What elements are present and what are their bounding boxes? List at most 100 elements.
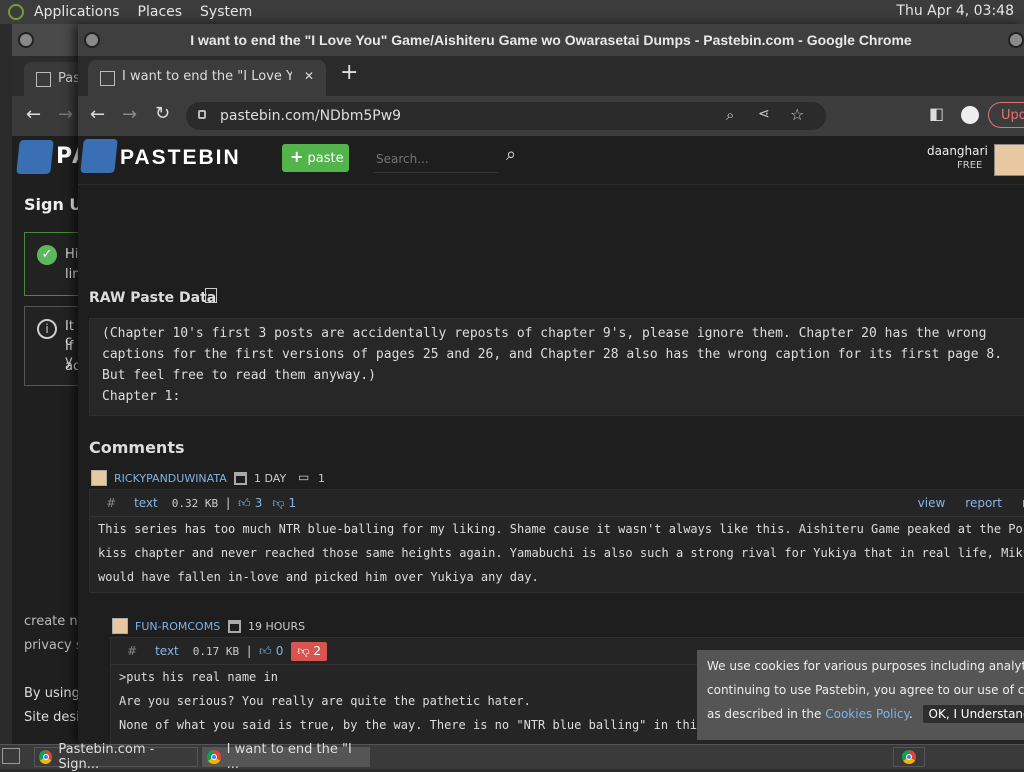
bg-sign-up-heading: Sign U bbox=[24, 195, 82, 214]
comments-heading: Comments bbox=[89, 438, 185, 457]
tab-active[interactable]: I want to end the "I Love You" ✕ bbox=[88, 60, 326, 96]
raw-line: captions for the first versions of pages… bbox=[102, 344, 1018, 365]
bg-back-icon[interactable]: ← bbox=[26, 104, 41, 125]
bg-forward-icon[interactable]: → bbox=[58, 104, 73, 125]
like-count: 0 bbox=[276, 644, 284, 658]
search-input[interactable] bbox=[374, 146, 498, 173]
address-bar[interactable]: pastebin.com/NDbm5Pw9 ⌕ ⋖ ☆ bbox=[186, 102, 826, 130]
bg-footer-link-create[interactable]: create ne bbox=[24, 614, 86, 629]
show-desktop-icon[interactable] bbox=[2, 748, 20, 764]
workspace-switcher[interactable] bbox=[893, 747, 925, 767]
menu-places[interactable]: Places bbox=[138, 4, 183, 20]
cookie-text-line3: as described in the Cookies Policy. OK, … bbox=[707, 702, 1024, 726]
info-icon: i bbox=[37, 319, 57, 339]
copy-icon[interactable] bbox=[205, 288, 217, 303]
hash-link[interactable]: # bbox=[127, 644, 137, 658]
chrome-icon bbox=[39, 750, 52, 764]
lock-icon[interactable] bbox=[198, 110, 206, 119]
comment-line: This series has too much NTR blue-ballin… bbox=[98, 517, 1022, 541]
pastebin-logo-icon[interactable] bbox=[80, 139, 118, 173]
taskbar-item-active-window[interactable]: I want to end the "I ... bbox=[202, 747, 370, 767]
update-button[interactable]: Upd bbox=[988, 102, 1024, 128]
cookie-banner: We use cookies for various purposes incl… bbox=[697, 650, 1024, 740]
comment-line: would have fallen in-love and picked him… bbox=[98, 565, 1022, 589]
tab-title: I want to end the "I Love You" bbox=[122, 69, 292, 84]
calendar-icon bbox=[228, 620, 241, 633]
thumbs-up-icon[interactable]: 👍︎ bbox=[238, 496, 251, 511]
calendar-icon bbox=[234, 472, 247, 485]
taskbar-item-pastebin-signup[interactable]: Pastebin.com - Sign... bbox=[34, 747, 198, 767]
raw-line: (Chapter 10's first 3 posts are accident… bbox=[102, 323, 1018, 344]
raw-paste-textarea[interactable]: (Chapter 10's first 3 posts are accident… bbox=[89, 318, 1024, 416]
cookie-text-prefix: as described in the bbox=[707, 707, 825, 721]
bg-window-close-icon[interactable] bbox=[18, 32, 34, 48]
comment-icon[interactable]: ▭ bbox=[298, 470, 309, 484]
pastebin-favicon-icon bbox=[36, 72, 51, 87]
reload-icon[interactable]: ↻ bbox=[155, 103, 170, 124]
paste-size: 0.17 KB bbox=[193, 645, 239, 658]
dislike-count: 2 bbox=[313, 644, 321, 658]
search-icon[interactable]: ⌕ bbox=[506, 144, 516, 165]
pastebin-brand[interactable]: PASTEBIN bbox=[120, 146, 241, 170]
clock[interactable]: Thu Apr 4, 03:48 bbox=[896, 3, 1014, 19]
raw-paste-heading: RAW Paste Data bbox=[89, 290, 216, 306]
reply-username[interactable]: FUN-ROMCOMS bbox=[135, 620, 220, 633]
thumbs-down-icon: 👎︎ bbox=[297, 644, 309, 658]
dislike-count: 1 bbox=[289, 496, 297, 510]
profile-icon[interactable] bbox=[961, 106, 979, 124]
syntax-link[interactable]: text bbox=[155, 644, 179, 658]
cookies-policy-link[interactable]: Cookies Policy bbox=[825, 707, 909, 721]
cookie-text-suffix: . bbox=[909, 707, 913, 721]
bg-tab[interactable]: Pas bbox=[24, 62, 84, 96]
top-panel: Applications Places System Thu Apr 4, 03… bbox=[0, 0, 1024, 24]
distro-logo-icon[interactable] bbox=[8, 4, 24, 20]
tab-close-icon[interactable]: ✕ bbox=[304, 69, 314, 83]
comment-body: This series has too much NTR blue-ballin… bbox=[90, 517, 1024, 589]
menu-applications[interactable]: Applications bbox=[34, 4, 120, 20]
dislike-button[interactable]: 👎︎ 2 bbox=[291, 642, 327, 661]
zoom-search-icon[interactable]: ⌕ bbox=[726, 106, 734, 124]
comment-avatar[interactable] bbox=[91, 470, 107, 486]
thumbs-up-icon[interactable]: 👍︎ bbox=[259, 644, 272, 659]
thumbs-down-icon[interactable]: 👎︎ bbox=[272, 496, 284, 511]
comment-line: kiss chapter and never reached those sam… bbox=[98, 541, 1022, 565]
view-link[interactable]: view bbox=[918, 496, 946, 510]
menu-system[interactable]: System bbox=[200, 4, 252, 20]
pastebin-favicon-icon bbox=[100, 71, 115, 86]
account-plan: FREE bbox=[957, 160, 982, 171]
bg-pastebin-logo-icon[interactable] bbox=[16, 140, 54, 174]
reply-age: 19 HOURS bbox=[248, 620, 305, 633]
chrome-icon bbox=[902, 750, 916, 764]
back-icon[interactable]: ← bbox=[90, 104, 105, 125]
comment-card: # text 0.32 KB | 👍︎ 3 👎︎ 1 view report r… bbox=[89, 489, 1024, 593]
bg-tab-title: Pas bbox=[58, 71, 80, 86]
bookmark-star-icon[interactable]: ☆ bbox=[790, 105, 804, 124]
raw-line: But feel free to read them anyway.) bbox=[102, 365, 1018, 386]
plus-icon: + bbox=[290, 147, 303, 166]
cookie-text-line1: We use cookies for various purposes incl… bbox=[707, 654, 1024, 678]
url-text[interactable]: pastebin.com/NDbm5Pw9 bbox=[220, 108, 401, 124]
reply-avatar[interactable] bbox=[112, 618, 128, 634]
window-titlebar[interactable]: I want to end the "I Love You" Game/Aish… bbox=[78, 24, 1024, 56]
share-icon[interactable]: ⋖ bbox=[758, 106, 770, 122]
report-link[interactable]: report bbox=[965, 496, 1002, 510]
pastebin-header: PASTEBIN + paste ⌕ daanghari FREE bbox=[78, 136, 1024, 185]
taskbar: Pastebin.com - Sign... I want to end the… bbox=[0, 744, 1024, 769]
reading-mode-icon[interactable]: ◧ bbox=[929, 104, 944, 123]
page-viewport: PASTEBIN + paste ⌕ daanghari FREE RAW Pa… bbox=[78, 136, 1024, 744]
new-paste-button[interactable]: + paste bbox=[282, 144, 349, 172]
comment-username[interactable]: RICKYPANDUWINATA bbox=[114, 472, 227, 485]
new-tab-icon[interactable]: + bbox=[340, 60, 358, 85]
separator: | bbox=[226, 496, 230, 510]
window-maximize-icon[interactable] bbox=[1008, 32, 1024, 48]
hash-link[interactable]: # bbox=[106, 496, 116, 510]
user-avatar[interactable] bbox=[994, 144, 1024, 176]
separator: | bbox=[247, 644, 251, 658]
syntax-link[interactable]: text bbox=[134, 496, 158, 510]
username[interactable]: daanghari bbox=[927, 144, 988, 158]
forward-icon[interactable]: → bbox=[122, 104, 137, 125]
cookie-accept-button[interactable]: OK, I Understand bbox=[923, 705, 1024, 723]
reply-count[interactable]: 1 bbox=[318, 472, 325, 485]
comment-toolbar: # text 0.32 KB | 👍︎ 3 👎︎ 1 view report r… bbox=[90, 490, 1024, 517]
bg-success-notice: ✓ Hi lin bbox=[24, 232, 86, 296]
